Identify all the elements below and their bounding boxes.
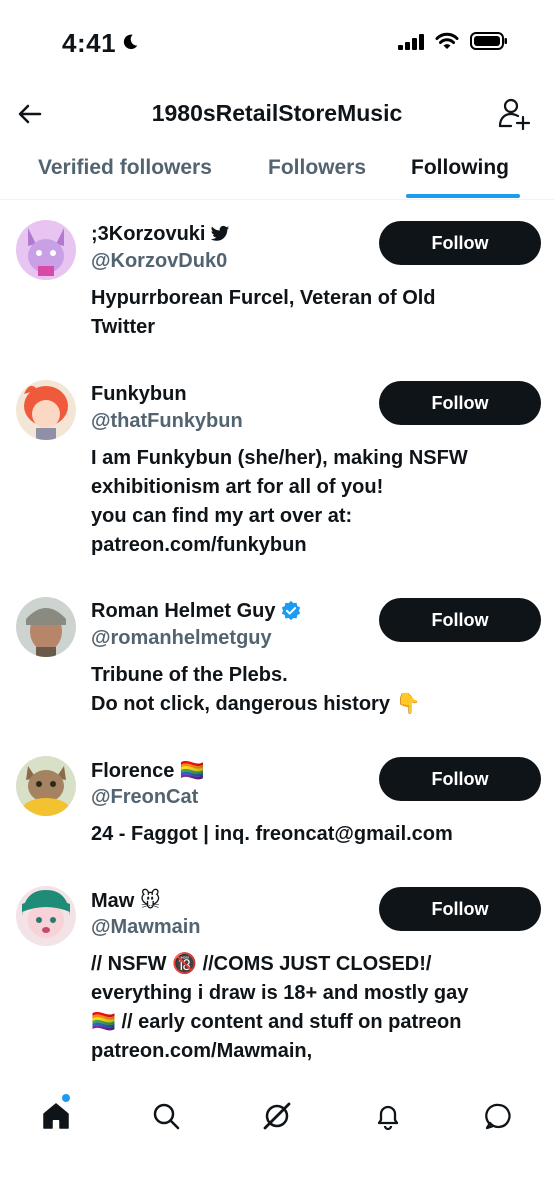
bio-line: patreon.com/Mawmain, [91, 1040, 313, 1062]
user-name-row: ;3Korzovuki [91, 220, 230, 248]
notification-dot [62, 1094, 70, 1102]
signal-icon [398, 34, 424, 50]
header: 1980sRetailStoreMusic [0, 86, 554, 146]
avatar[interactable] [16, 886, 76, 946]
bio-line: Twitter [91, 316, 156, 338]
user-handle: @FreonCat [91, 786, 199, 808]
user-name-row: Maw 🐭 [91, 886, 161, 914]
moon-icon [123, 34, 138, 50]
nav-grok[interactable] [259, 1098, 295, 1134]
bio-line: 24 - Faggot | inq. freoncat@gmail.com [91, 823, 453, 845]
bio-line: patreon.com/funkybun [91, 534, 307, 556]
bio-line: I am Funkybun (she/her), making NSFW [91, 447, 468, 469]
nav-home[interactable] [38, 1098, 74, 1134]
follow-button[interactable]: Follow [379, 221, 541, 265]
user-name: Florence 🏳️‍🌈 [91, 759, 205, 782]
user-name: Maw 🐭 [91, 889, 161, 912]
bio-line: you can find my art over at: [91, 505, 353, 527]
user-name-row: Florence 🏳️‍🌈 [91, 756, 205, 784]
tab-active-indicator [406, 194, 520, 198]
avatar[interactable] [16, 380, 76, 440]
bio-line: Tribune of the Plebs. [91, 664, 288, 686]
follow-button[interactable]: Follow [379, 757, 541, 801]
bottom-nav [0, 1080, 554, 1152]
bio-line: everything i draw is 18+ and mostly gay [91, 982, 469, 1004]
avatar[interactable] [16, 756, 76, 816]
home-icon [43, 1103, 69, 1129]
tab-following[interactable]: Following [411, 156, 509, 180]
bio-line: Hypurrborean Furcel, Veteran of Old [91, 287, 436, 309]
user-name-row: Roman Helmet Guy [91, 597, 302, 625]
user-bio: // NSFW 🔞 //COMS JUST CLOSED!/ everythin… [91, 950, 531, 1066]
user-bio: Hypurrborean Furcel, Veteran of Old Twit… [91, 284, 531, 342]
add-user-button[interactable] [494, 94, 534, 134]
tab-followers[interactable]: Followers [268, 156, 366, 180]
nav-search[interactable] [148, 1098, 184, 1134]
user-name: Funkybun [91, 382, 187, 405]
search-icon [153, 1103, 180, 1130]
nav-notifications[interactable] [370, 1098, 406, 1134]
user-name: ;3Korzovuki [91, 222, 206, 245]
follow-button[interactable]: Follow [379, 381, 541, 425]
user-bio: I am Funkybun (she/her), making NSFW exh… [91, 444, 531, 560]
user-name-row: Funkybun [91, 380, 187, 408]
bio-line: 🏳️‍🌈 // early content and stuff on patre… [91, 1011, 462, 1033]
battery-icon [470, 32, 507, 50]
verified-badge-icon [282, 600, 301, 621]
bio-line: exhibitionism art for all of you! [91, 476, 384, 498]
bird-icon [211, 225, 230, 241]
user-handle: @KorzovDuk0 [91, 250, 228, 272]
add-user-icon [498, 98, 531, 131]
avatar[interactable] [16, 597, 76, 657]
tab-bar: Verified followers Followers Following [0, 146, 554, 200]
tab-verified-followers[interactable]: Verified followers [38, 156, 212, 180]
nav-messages[interactable] [481, 1098, 517, 1134]
user-handle: @romanhelmetguy [91, 627, 272, 649]
user-handle: @thatFunkybun [91, 410, 243, 432]
bell-icon [377, 1105, 399, 1131]
bio-line: // NSFW 🔞 //COMS JUST CLOSED!/ [91, 953, 432, 975]
user-bio: 24 - Faggot | inq. freoncat@gmail.com [91, 820, 531, 849]
bio-line: Do not click, dangerous history 👇 [91, 693, 421, 715]
avatar[interactable] [16, 220, 76, 280]
status-bar: 4:41 [0, 0, 554, 86]
status-time: 4:41 [62, 28, 117, 58]
page-title: 1980sRetailStoreMusic [151, 100, 403, 126]
user-bio: Tribune of the Plebs. Do not click, dang… [91, 661, 531, 719]
user-handle: @Mawmain [91, 916, 201, 938]
wifi-icon [435, 32, 459, 49]
grok-icon [263, 1102, 291, 1130]
follow-button[interactable]: Follow [379, 887, 541, 931]
follow-button[interactable]: Follow [379, 598, 541, 642]
user-name: Roman Helmet Guy [91, 599, 276, 622]
message-icon [485, 1103, 511, 1130]
